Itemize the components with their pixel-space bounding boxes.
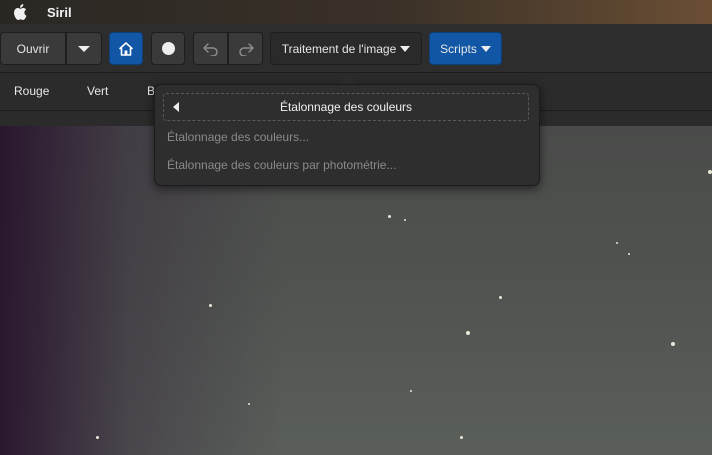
star xyxy=(209,304,212,307)
redo-button[interactable] xyxy=(228,32,263,65)
chevron-down-icon xyxy=(480,45,491,52)
menu-item-color-calibration[interactable]: Étalonnage des couleurs... xyxy=(167,130,309,144)
star xyxy=(96,436,99,439)
apple-icon[interactable] xyxy=(13,4,29,20)
star xyxy=(708,170,712,174)
open-label: Ouvrir xyxy=(16,41,50,56)
tab-green[interactable]: Vert xyxy=(87,84,108,98)
scripts-menu-button[interactable]: Scripts xyxy=(429,32,502,65)
toolbar: Ouvrir Traitement de l'image Scripts xyxy=(0,24,712,73)
open-button[interactable]: Ouvrir xyxy=(0,32,66,65)
home-icon xyxy=(119,41,133,56)
live-button[interactable] xyxy=(151,32,185,65)
undo-button[interactable] xyxy=(193,32,228,65)
star xyxy=(671,342,675,346)
app-name[interactable]: Siril xyxy=(47,5,72,20)
star xyxy=(616,242,618,244)
chevron-down-icon xyxy=(400,45,411,52)
star xyxy=(499,296,502,299)
color-calibration-popover: Étalonnage des couleurs Étalonnage des c… xyxy=(154,84,540,186)
star xyxy=(248,403,250,405)
image-processing-menu-button[interactable]: Traitement de l'image xyxy=(270,32,422,65)
star xyxy=(628,253,630,255)
chevron-down-icon xyxy=(78,45,90,52)
star xyxy=(410,390,412,392)
scripts-label: Scripts xyxy=(440,41,477,56)
menu-bar: Siril xyxy=(0,0,712,24)
chevron-left-icon xyxy=(173,102,179,112)
undo-icon xyxy=(202,42,218,56)
star xyxy=(466,331,470,335)
star xyxy=(460,436,463,439)
home-button[interactable] xyxy=(109,32,143,65)
menu-item-photometric-color-calibration[interactable]: Étalonnage des couleurs par photométrie.… xyxy=(167,158,396,172)
tab-red[interactable]: Rouge xyxy=(14,84,49,98)
popover-back-header[interactable]: Étalonnage des couleurs xyxy=(163,93,529,121)
redo-icon xyxy=(238,42,254,56)
image-processing-label: Traitement de l'image xyxy=(281,41,397,56)
popover-title: Étalonnage des couleurs xyxy=(279,100,413,114)
star xyxy=(388,215,391,218)
circle-icon xyxy=(161,42,175,55)
star xyxy=(404,219,406,221)
open-menu-button[interactable] xyxy=(66,32,102,65)
